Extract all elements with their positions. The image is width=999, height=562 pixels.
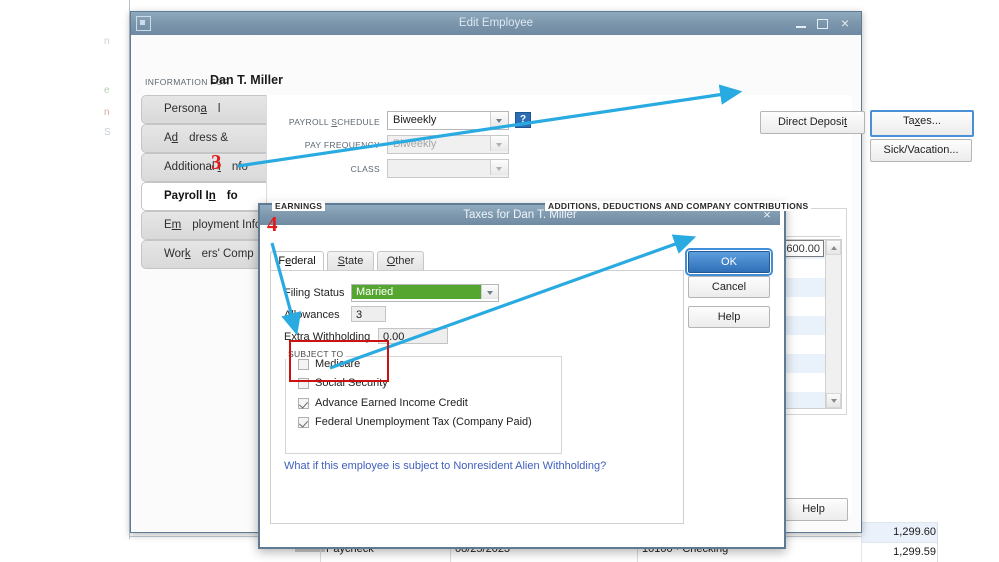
bg-ghost-text-1: e	[104, 85, 110, 96]
sidebar: Personal Address & Contact Additional In…	[141, 95, 272, 535]
scroll-up-icon[interactable]	[826, 240, 841, 255]
payroll-schedule-label: PAYROLL SCHEDULE	[288, 117, 380, 127]
sick-vacation-button[interactable]: Sick/Vacation...	[870, 139, 972, 162]
dialog-tabs: Federal State Other	[270, 251, 670, 273]
allowances-label: Allowances	[284, 309, 340, 321]
bg-amount-column: 1,299.60 1,299.59	[861, 471, 999, 562]
class-select	[387, 159, 509, 178]
cancel-button[interactable]: Cancel	[688, 276, 770, 298]
chevron-down-icon[interactable]	[490, 112, 508, 127]
direct-deposit-button[interactable]: Direct Deposit	[760, 111, 865, 134]
sidebar-item-address-contact[interactable]: Address & Contact	[141, 124, 269, 171]
pay-frequency-label: PAY FREQUENCY	[304, 140, 380, 150]
sidebar-item-label: Persona l	[164, 103, 221, 115]
window-title-bar[interactable]: Edit Employee ×	[131, 12, 861, 36]
window-title: Edit Employee	[458, 17, 534, 29]
dialog-help-button[interactable]: Help	[688, 306, 770, 328]
sidebar-item-workers-comp[interactable]: Work ers' Comp	[141, 240, 269, 269]
sidebar-item-label: Additional Info	[164, 161, 248, 173]
window-help-button[interactable]: Help	[779, 498, 848, 521]
taxes-button[interactable]: Taxes...	[870, 110, 974, 137]
pay-frequency-select: Biweekly	[387, 135, 509, 154]
bg-amount-0: 1,299.60	[893, 526, 936, 538]
sidebar-item-payroll-info[interactable]: Payroll In fo	[141, 182, 272, 211]
chevron-down-icon[interactable]	[481, 285, 498, 299]
chevron-down-icon	[490, 136, 508, 151]
chevron-down-icon	[490, 160, 508, 175]
class-label: CLASS	[350, 164, 380, 174]
filing-status-label: Filing Status	[284, 287, 345, 299]
dialog-body: Federal State Other Filing Status Marrie…	[260, 225, 780, 543]
additions-scrollbar[interactable]	[825, 240, 841, 408]
bg-ghost-text-3: S	[104, 127, 111, 138]
annotation-step-3: 3	[211, 150, 222, 174]
help-icon-button[interactable]: ?	[515, 112, 531, 128]
bg-amount-1: 1,299.59	[893, 546, 936, 558]
close-icon[interactable]: ×	[837, 15, 853, 32]
annotation-highlight-box	[289, 340, 389, 382]
bg-ghost-text-2: n	[104, 107, 110, 118]
bg-ghost-text-0: n	[104, 36, 110, 47]
maximize-icon[interactable]	[814, 15, 830, 32]
screen-root: n e n S Paycheck 08/25/2023 10100 · Chec…	[0, 0, 999, 562]
annotation-step-4: 4	[267, 212, 278, 236]
filing-status-select[interactable]: Married	[351, 284, 499, 302]
sidebar-item-label: Payroll In fo	[164, 190, 238, 202]
additions-group-title: ADDITIONS, DEDUCTIONS AND COMPANY CONTRI…	[545, 201, 812, 211]
sidebar-item-additional-info[interactable]: Additional Info	[141, 153, 269, 182]
payroll-schedule-select[interactable]: Biweekly	[387, 111, 509, 130]
advance-eic-checkbox[interactable]	[298, 398, 309, 409]
sidebar-item-employment-info[interactable]: Em ployment Info	[141, 211, 269, 240]
pay-frequency-value: Biweekly	[393, 138, 437, 150]
scroll-down-icon[interactable]	[826, 393, 841, 408]
futa-checkbox[interactable]	[298, 417, 309, 428]
bg-amount-sep	[937, 522, 938, 562]
federal-tab-pane: Filing Status Married Allowances 3 Extra…	[270, 270, 684, 524]
allowances-input[interactable]: 3	[351, 306, 386, 322]
sidebar-item-label: Em ployment Info	[164, 219, 262, 231]
employee-name: Dan T. Miller	[210, 73, 283, 87]
earnings-group-title: EARNINGS	[272, 201, 326, 211]
ok-button[interactable]: OK	[685, 248, 773, 276]
advance-eic-label: Advance Earned Income Credit	[315, 397, 468, 409]
minimize-icon[interactable]	[793, 15, 809, 32]
window-controls[interactable]: ×	[793, 15, 855, 32]
filing-status-value: Married	[352, 285, 484, 299]
payroll-schedule-value: Biweekly	[393, 114, 437, 126]
nonresident-alien-link[interactable]: What if this employee is subject to Nonr…	[284, 460, 606, 472]
sidebar-item-label: Work ers' Comp	[164, 248, 254, 260]
futa-label: Federal Unemployment Tax (Company Paid)	[315, 416, 532, 428]
sidebar-item-personal[interactable]: Persona l	[141, 95, 269, 124]
